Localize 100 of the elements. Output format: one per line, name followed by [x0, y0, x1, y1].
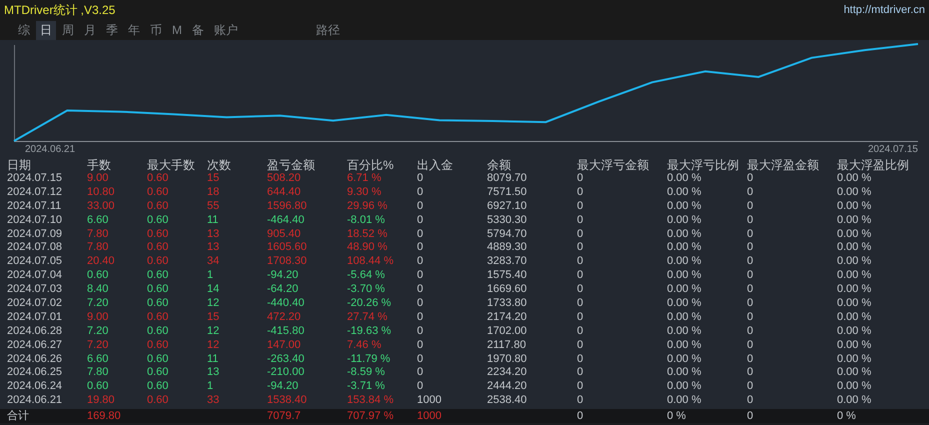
- table-cell-text: 0: [577, 255, 584, 270]
- table-cell-text: -263.40: [267, 352, 306, 366]
- table-cell-text: 0.00 %: [837, 380, 872, 394]
- table-cell-text: -8.01 %: [347, 214, 386, 228]
- table-cell-text: 27.74 %: [347, 310, 388, 325]
- table-cell-text: 13: [207, 366, 220, 380]
- table-cell-text: 7.46 %: [347, 338, 382, 353]
- table-cell-text: 0.60: [147, 297, 170, 311]
- tab[interactable]: 备: [188, 20, 208, 40]
- table-cell-text: 0.00 %: [667, 200, 702, 214]
- table-cell-text: 6.71 %: [347, 172, 382, 186]
- tab[interactable]: 路径: [312, 20, 344, 40]
- table-cell-text: 2174.20: [487, 310, 528, 325]
- table-cell-text: 0: [417, 297, 424, 311]
- tab[interactable]: 年: [124, 20, 144, 40]
- table-cell-text: 6927.10: [487, 200, 528, 214]
- tab[interactable]: 日: [36, 20, 56, 40]
- table-cell-text: 2024.07.15: [7, 172, 64, 186]
- table-cell-text: 1: [207, 380, 214, 394]
- table-cell-text: 2024.07.09: [7, 228, 64, 242]
- table-cell-text: 12: [207, 338, 220, 353]
- table-cell-text: 0: [577, 338, 584, 353]
- table-cell-text: 6.60: [87, 352, 110, 366]
- table-cell-text: 0: [747, 366, 754, 380]
- table-cell-text: 11: [207, 352, 220, 366]
- table-cell-text: 7.20: [87, 297, 110, 311]
- table-cell-text: 0.60: [147, 228, 170, 242]
- table-cell-text: -19.63 %: [347, 324, 392, 339]
- table-cell-text: 0.60: [147, 352, 170, 366]
- table-cell-text: 0: [417, 214, 424, 228]
- table-cell-text: -94.20: [267, 380, 300, 394]
- table-cell-text: 0: [747, 228, 754, 242]
- tab[interactable]: 月: [80, 20, 100, 40]
- table-cell-text: 7.80: [87, 366, 110, 380]
- table-cell-text: 0: [417, 186, 424, 200]
- table-cell-text: 0: [747, 214, 754, 228]
- table-cell-text: 472.20: [267, 310, 302, 325]
- table-cell-text: 0: [747, 255, 754, 270]
- table-cell-text: 0.00 %: [667, 228, 702, 242]
- table-cell-text: 1708.30: [267, 255, 308, 270]
- table-cell-text: 0: [417, 200, 424, 214]
- website-link[interactable]: http://mtdriver.cn: [844, 4, 925, 16]
- table-cell-text: 14: [207, 283, 220, 298]
- tab[interactable]: 周: [58, 20, 78, 40]
- table-cell-text: 905.40: [267, 228, 302, 242]
- table-cell-text: 10.80: [87, 186, 116, 200]
- table-cell-text: 0.00 %: [837, 324, 872, 339]
- table-cell-text: 0: [747, 186, 754, 200]
- table-cell-text: 0.00 %: [837, 241, 872, 256]
- table-cell-text: 0: [417, 255, 424, 270]
- table-cell-text: 29.96 %: [347, 200, 388, 214]
- table-cell-text: 0: [577, 214, 584, 228]
- table-cell-text: 13: [207, 241, 220, 256]
- column-header: 日期: [7, 158, 32, 172]
- table-cell-text: 0.00 %: [837, 255, 872, 270]
- table-cell-text: 0: [747, 380, 754, 394]
- table-cell-text: 0.00 %: [667, 241, 702, 256]
- table-cell-text: 0.00 %: [837, 200, 872, 214]
- table-cell-text: 2024.07.08: [7, 241, 64, 256]
- column-header: 最大浮亏比例: [667, 158, 740, 172]
- table-cell-text: 9.00: [87, 310, 110, 325]
- tab[interactable]: M: [168, 20, 186, 40]
- axis-label: 2024.07.15: [868, 144, 918, 156]
- table-cell-text: 11: [207, 214, 220, 228]
- table-cell-text: 0.00 %: [837, 214, 872, 228]
- table-cell-text: 0: [417, 380, 424, 394]
- table-cell-text: 0: [747, 283, 754, 298]
- table-cell-text: 12: [207, 297, 220, 311]
- table-cell-text: 0.00 %: [837, 366, 872, 380]
- table-cell-text: 1000: [417, 394, 442, 408]
- tab[interactable]: 综: [14, 20, 34, 40]
- table-cell-text: 0: [577, 366, 584, 380]
- table-cell-text: 3283.70: [487, 255, 528, 270]
- table-cell-text: 0: [747, 200, 754, 214]
- table-cell-text: 1702.00: [487, 324, 528, 339]
- table-cell-text: 0.60: [147, 324, 170, 339]
- table-cell-text: 2024.06.25: [7, 366, 64, 380]
- tab[interactable]: 季: [102, 20, 122, 40]
- table-cell-text: 15: [207, 172, 220, 186]
- table-cell-text: 0.00 %: [667, 380, 702, 394]
- table-cell-text: 1733.80: [487, 297, 528, 311]
- table-cell-text: 0.00 %: [667, 269, 702, 284]
- table-cell-text: 0: [577, 269, 584, 284]
- table-cell-text: 0: [417, 269, 424, 284]
- table-cell-text: 18.52 %: [347, 228, 388, 242]
- table-cell-text: 0: [417, 283, 424, 298]
- tab[interactable]: 账户: [210, 20, 242, 40]
- table-cell-text: 0: [577, 297, 584, 311]
- table-cell-text: 33: [207, 394, 220, 408]
- table-cell-text: 0: [577, 200, 584, 214]
- table-cell-text: 0.00 %: [837, 172, 872, 186]
- table-cell-text: 0.60: [147, 380, 170, 394]
- tab[interactable]: 币: [146, 20, 166, 40]
- column-header: 余额: [487, 158, 512, 172]
- table-cell-text: 2234.20: [487, 366, 528, 380]
- table-cell-text: 6.60: [87, 214, 110, 228]
- table-cell-text: 153.84 %: [347, 394, 394, 408]
- table-cell-text: 5794.70: [487, 228, 528, 242]
- table-cell-text: 0.00 %: [667, 214, 702, 228]
- table-cell-text: 0.00 %: [837, 394, 872, 408]
